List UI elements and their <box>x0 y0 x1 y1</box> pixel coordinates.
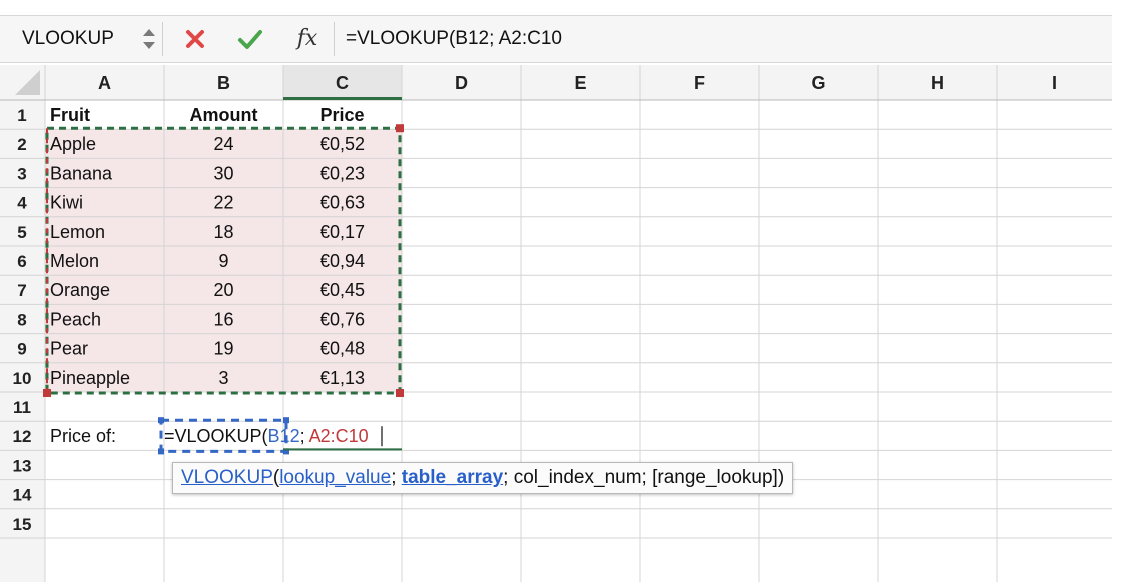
check-mark-icon[interactable] <box>234 24 266 54</box>
table-cell[interactable]: Banana <box>50 163 113 183</box>
tooltip-separator: ; <box>503 467 514 488</box>
table-cell[interactable]: 24 <box>213 134 233 154</box>
column-header-a[interactable]: A <box>98 73 111 93</box>
grid-canvas[interactable]: A B C D E F G H I123456789101112131415Fruit Amoun… <box>0 65 1112 582</box>
tooltip-separator: ; <box>391 467 402 488</box>
header-cell-price[interactable]: Price <box>320 105 364 125</box>
table-cell[interactable]: 19 <box>213 339 233 359</box>
row-header-5[interactable]: 5 <box>17 223 26 242</box>
column-header-bar <box>0 65 1112 100</box>
row-header-2[interactable]: 2 <box>17 135 26 154</box>
column-header-b[interactable]: B <box>217 73 230 93</box>
arg-table-array-link[interactable]: table_array <box>402 467 503 488</box>
table-cell[interactable]: Kiwi <box>50 193 83 213</box>
row-header-4[interactable]: 4 <box>17 194 27 213</box>
editor-ref-a2-c10: A2:C10 <box>309 426 369 446</box>
reference-corner-handle[interactable] <box>158 417 164 424</box>
row-header-10[interactable]: 10 <box>13 369 32 388</box>
editor-formula-prefix: =VLOOKUP( <box>164 426 268 446</box>
name-box[interactable]: VLOOKUP <box>10 16 155 62</box>
table-cell[interactable]: €0,52 <box>320 134 365 154</box>
table-cell[interactable]: 18 <box>213 222 233 242</box>
table-cell[interactable]: €0,23 <box>320 163 365 183</box>
header-cell-amount[interactable]: Amount <box>190 105 258 125</box>
table-cell[interactable]: Pear <box>50 339 88 359</box>
table-cell[interactable]: Apple <box>50 134 96 154</box>
range-corner-handle[interactable] <box>43 389 51 397</box>
header-cell-fruit[interactable]: Fruit <box>50 105 90 125</box>
table-cell[interactable]: €1,13 <box>320 368 365 388</box>
column-header-c[interactable]: C <box>336 73 349 93</box>
column-header-i[interactable]: I <box>1052 73 1057 93</box>
table-cell[interactable]: €0,48 <box>320 339 365 359</box>
formula-bar: VLOOKUP fx =VLOOKUP(B12; A2:C10 <box>0 15 1112 63</box>
tooltip-close-paren: ) <box>777 467 785 488</box>
fx-icon[interactable]: fx <box>290 20 324 58</box>
row-header-13[interactable]: 13 <box>13 456 32 475</box>
row-header-11[interactable]: 11 <box>13 398 31 417</box>
row-header-9[interactable]: 9 <box>17 340 26 359</box>
arg-col-index-num: col_index_num <box>513 467 642 488</box>
row-header-8[interactable]: 8 <box>17 310 26 329</box>
column-header-h[interactable]: H <box>931 73 944 93</box>
row-header-15[interactable]: 15 <box>13 515 32 534</box>
table-cell[interactable]: Peach <box>50 309 101 329</box>
table-cell[interactable]: Orange <box>50 280 110 300</box>
column-header-f[interactable]: F <box>694 73 705 93</box>
up-down-stepper-icon[interactable] <box>138 24 160 54</box>
toolbar-divider <box>162 22 163 56</box>
row-header-1[interactable]: 1 <box>17 106 26 125</box>
table-cell[interactable]: €0,17 <box>320 222 365 242</box>
table-cell[interactable]: 20 <box>213 280 233 300</box>
arg-lookup-value-link[interactable]: lookup_value <box>279 467 391 488</box>
function-name-link[interactable]: VLOOKUP <box>181 467 273 488</box>
function-signature-tooltip: VLOOKUP(lookup_value; table_array; col_i… <box>172 462 794 494</box>
range-corner-handle[interactable] <box>396 389 404 397</box>
table-cell[interactable]: Lemon <box>50 222 105 242</box>
reference-corner-handle[interactable] <box>283 417 289 424</box>
table-cell[interactable]: 16 <box>213 309 233 329</box>
row-header-7[interactable]: 7 <box>17 281 26 300</box>
table-cell[interactable]: Melon <box>50 251 99 271</box>
row-header-3[interactable]: 3 <box>17 164 26 183</box>
formula-input[interactable]: =VLOOKUP(B12; A2:C10 <box>346 16 562 62</box>
editor-ref-b12: B12 <box>268 426 300 446</box>
table-cell[interactable]: 22 <box>213 193 233 213</box>
cell-a12-label[interactable]: Price of: <box>50 426 116 446</box>
name-box-value[interactable]: VLOOKUP <box>22 16 114 62</box>
table-cell[interactable]: €0,45 <box>320 280 365 300</box>
table-cell[interactable]: €0,63 <box>320 193 365 213</box>
column-header-e[interactable]: E <box>574 73 586 93</box>
arg-range-lookup: [range_lookup] <box>652 467 778 488</box>
table-cell[interactable]: Pineapple <box>50 368 130 388</box>
table-cell[interactable]: €0,94 <box>320 251 365 271</box>
row-header-14[interactable]: 14 <box>13 486 32 505</box>
table-cell[interactable]: €0,76 <box>320 309 365 329</box>
x-mark-icon[interactable] <box>180 24 210 54</box>
tooltip-separator: ; <box>641 467 653 488</box>
column-header-d[interactable]: D <box>455 73 468 93</box>
toolbar-divider <box>334 22 335 56</box>
table-cell[interactable]: 9 <box>218 251 228 271</box>
reference-corner-handle[interactable] <box>158 448 164 455</box>
cell-b12-editor[interactable]: =VLOOKUP(B12; A2:C10 <box>164 426 369 446</box>
table-cell[interactable]: 30 <box>213 163 233 183</box>
row-header-6[interactable]: 6 <box>17 252 26 271</box>
table-cell[interactable]: 3 <box>218 368 228 388</box>
editor-separator: ; <box>300 426 309 446</box>
spreadsheet-grid[interactable]: A B C D E F G H I 1 2 3 4 5 6 7 8 9 10 11 12 13 14 15 Fruit Amoun… <box>0 65 1112 582</box>
range-corner-handle[interactable] <box>396 124 404 133</box>
row-header-12[interactable]: 12 <box>13 427 32 446</box>
column-header-g[interactable]: G <box>811 73 825 93</box>
